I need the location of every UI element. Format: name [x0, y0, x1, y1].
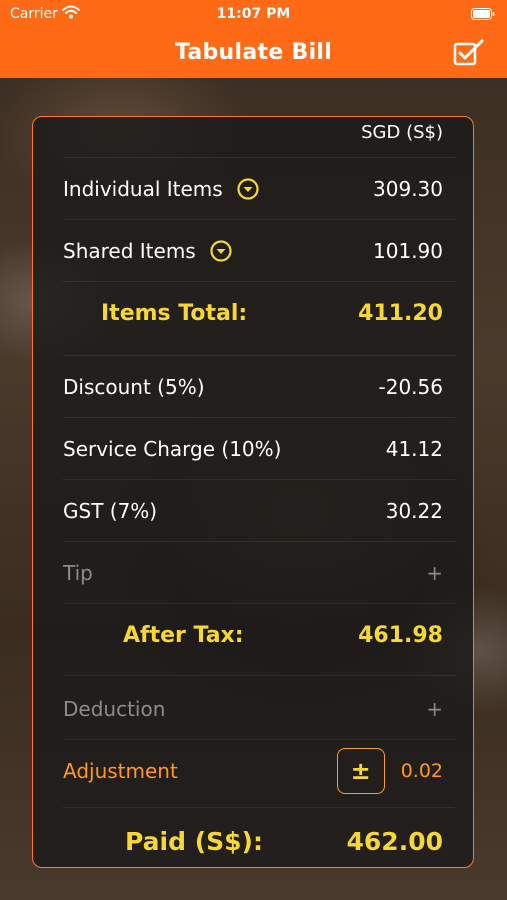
- service-charge-row[interactable]: Service Charge (10%) 41.12: [63, 427, 443, 471]
- divider: [63, 157, 455, 158]
- divider: [63, 603, 455, 604]
- gst-row[interactable]: GST (7%) 30.22: [63, 489, 443, 533]
- divider: [63, 807, 455, 808]
- status-bar: Carrier 11:07 PM: [0, 0, 507, 30]
- currency-label: SGD (S$): [361, 121, 443, 143]
- tip-label: Tip: [63, 561, 93, 585]
- items-total-value: 411.20: [358, 300, 443, 326]
- shared-items-value: 101.90: [373, 239, 443, 263]
- items-total-label: Items Total:: [101, 300, 248, 326]
- add-deduction-icon[interactable]: +: [426, 697, 443, 721]
- chevron-down-circle-icon[interactable]: [210, 240, 232, 262]
- divider: [63, 355, 455, 356]
- adjustment-controls: ± 0.02: [336, 748, 443, 794]
- service-charge-value: 41.12: [385, 437, 443, 461]
- tip-row[interactable]: Tip +: [63, 551, 443, 595]
- paid-row: Paid (S$): 462.00: [63, 819, 443, 863]
- divider: [63, 541, 455, 542]
- divider: [63, 739, 455, 740]
- shared-items-row[interactable]: Shared Items 101.90: [63, 229, 443, 273]
- service-charge-label: Service Charge (10%): [63, 437, 282, 461]
- shared-items-label-group: Shared Items: [63, 239, 232, 263]
- paid-label: Paid (S$):: [125, 826, 263, 856]
- paid-value: 462.00: [346, 826, 443, 856]
- divider: [63, 281, 455, 282]
- adjustment-button[interactable]: ±: [336, 748, 385, 794]
- divider: [63, 479, 455, 480]
- adjustment-label: Adjustment: [63, 759, 178, 783]
- bill-summary-card: SGD (S$) Individual Items 309.30 Shared …: [32, 116, 474, 868]
- divider: [63, 417, 455, 418]
- deduction-label: Deduction: [63, 697, 166, 721]
- checklist-icon[interactable]: [453, 38, 485, 68]
- add-tip-icon[interactable]: +: [426, 561, 443, 585]
- after-tax-label: After Tax:: [123, 622, 244, 648]
- clock: 11:07 PM: [216, 6, 291, 22]
- adjustment-row: Adjustment ± 0.02: [63, 745, 443, 797]
- individual-items-row[interactable]: Individual Items 309.30: [63, 167, 443, 211]
- discount-row[interactable]: Discount (5%) -20.56: [63, 365, 443, 409]
- discount-value: -20.56: [378, 375, 443, 399]
- navigation-bar: Tabulate Bill: [0, 30, 507, 78]
- gst-value: 30.22: [385, 499, 443, 523]
- individual-items-value: 309.30: [373, 177, 443, 201]
- battery-icon: [471, 8, 495, 20]
- currency-row: SGD (S$): [63, 119, 443, 145]
- after-tax-value: 461.98: [358, 622, 443, 648]
- divider: [63, 675, 455, 676]
- discount-label: Discount (5%): [63, 375, 205, 399]
- deduction-row[interactable]: Deduction +: [63, 687, 443, 731]
- adjustment-value: 0.02: [400, 760, 443, 782]
- chevron-down-circle-icon[interactable]: [237, 178, 259, 200]
- divider: [63, 219, 455, 220]
- items-total-row: Items Total: 411.20: [63, 291, 443, 335]
- individual-items-label-group: Individual Items: [63, 177, 259, 201]
- shared-items-label: Shared Items: [63, 239, 196, 263]
- gst-label: GST (7%): [63, 499, 158, 523]
- page-title: Tabulate Bill: [174, 40, 333, 65]
- after-tax-row: After Tax: 461.98: [63, 613, 443, 657]
- individual-items-label: Individual Items: [63, 177, 223, 201]
